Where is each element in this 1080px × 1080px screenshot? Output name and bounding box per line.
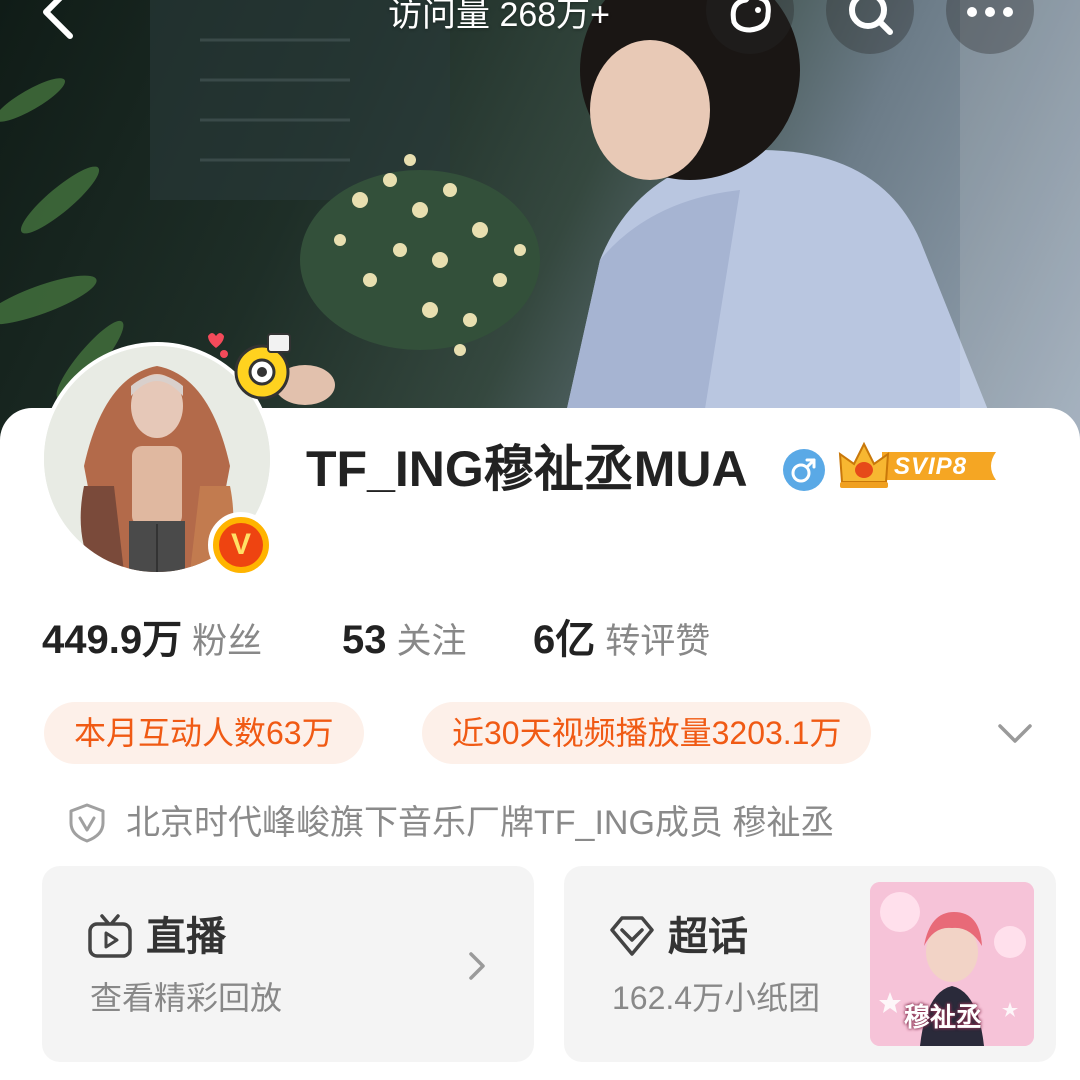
avatar-pendant-icon <box>194 324 304 404</box>
more-button[interactable] <box>946 0 1034 54</box>
diamond-icon <box>608 912 656 960</box>
stat-following[interactable]: 53 关注 <box>342 612 467 668</box>
back-icon[interactable] <box>30 0 90 42</box>
stat-value: 53 <box>342 618 387 662</box>
entry-subtitle: 查看精彩回放 <box>90 980 283 1016</box>
entry-title: 直播 <box>146 915 226 959</box>
chevron-right-icon <box>462 946 492 986</box>
search-icon <box>849 0 893 35</box>
highlight-pill-video-plays[interactable]: 近30天视频播放量3203.1万 <box>422 702 872 764</box>
live-entry-card[interactable]: 直播 查看精彩回放 <box>42 866 534 1062</box>
male-gender-icon <box>782 448 826 492</box>
search-button[interactable] <box>826 0 914 54</box>
sticker-button[interactable] <box>706 0 794 54</box>
entry-title: 超话 <box>668 915 748 959</box>
stat-reposts-comments-likes[interactable]: 6亿 转评赞 <box>533 612 710 668</box>
svip-label: SVIP8 <box>894 453 968 480</box>
sticker-icon <box>730 0 771 33</box>
shield-verified-icon <box>66 802 108 844</box>
stat-label: 粉丝 <box>192 622 263 661</box>
visits-count: 访问量 268万+ <box>388 0 611 34</box>
super-topic-entry-card[interactable]: 超话 162.4万小纸团 穆祉丞 <box>564 866 1056 1062</box>
stat-label: 转评赞 <box>605 622 711 661</box>
verified-badge-icon: V <box>208 512 274 578</box>
super-topic-thumbnail[interactable]: 穆祉丞 <box>870 882 1034 1046</box>
chevron-down-icon[interactable] <box>996 716 1034 750</box>
thumbnail-caption: 穆祉丞 <box>904 1002 983 1032</box>
avatar-container[interactable]: V <box>40 333 291 580</box>
profile-description: 北京时代峰峻旗下音乐厂牌TF_ING成员 穆祉丞 <box>126 804 835 842</box>
profile-name: TF_ING穆祉丞MUA <box>306 441 748 497</box>
tv-live-icon <box>86 912 134 960</box>
stat-value: 449.9万 <box>42 618 183 662</box>
stat-label: 关注 <box>396 622 467 661</box>
highlight-pill-interactions[interactable]: 本月互动人数63万 <box>44 702 364 764</box>
entry-subtitle: 162.4万小纸团 <box>612 980 821 1016</box>
stat-fans[interactable]: 449.9万 粉丝 <box>42 612 262 668</box>
svip-badge[interactable]: SVIP8 <box>836 436 1002 496</box>
more-icon <box>967 7 1013 17</box>
stat-value: 6亿 <box>533 618 596 662</box>
verified-mark: V <box>219 523 263 567</box>
top-bar: 访问量 268万+ <box>0 0 1080 60</box>
